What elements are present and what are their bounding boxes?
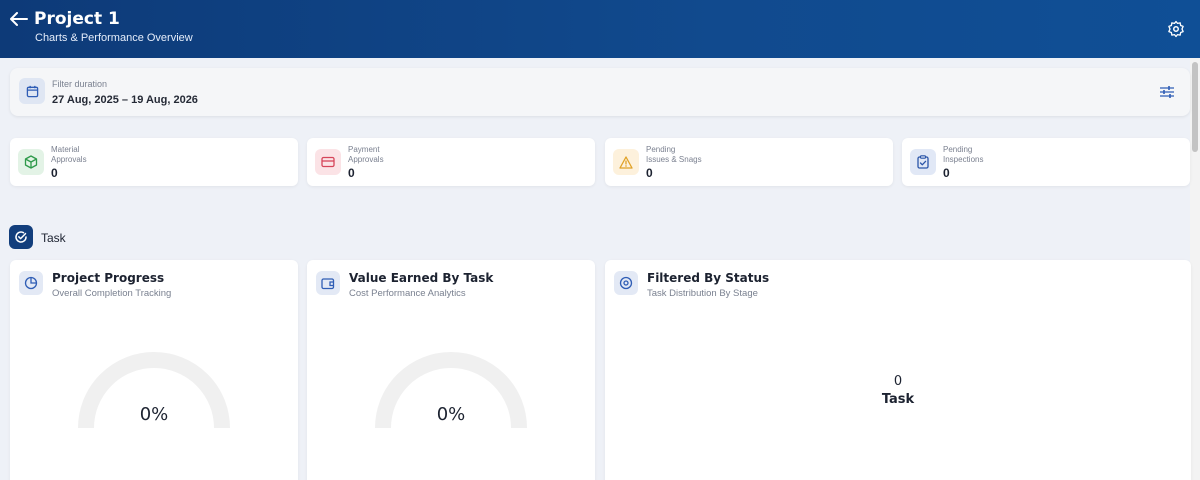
gear-icon bbox=[1168, 20, 1184, 38]
calendar-icon bbox=[26, 85, 38, 97]
panel-project-progress: Project Progress Overall Completion Trac… bbox=[10, 260, 298, 480]
stat-card-payment-approvals[interactable]: Payment Approvals 0 bbox=[307, 138, 595, 186]
stat-label: Pending Inspections bbox=[943, 145, 983, 164]
status-total-count: 0 bbox=[893, 374, 903, 389]
panel-subtitle: Overall Completion Tracking bbox=[52, 288, 172, 299]
stat-icon-box bbox=[613, 149, 639, 175]
gauge-value: 0% bbox=[139, 404, 169, 425]
filter-icon-box bbox=[19, 78, 45, 104]
app-header: Project 1 Charts & Performance Overview bbox=[0, 0, 1200, 58]
check-circle-icon bbox=[15, 231, 27, 243]
stat-label-line1: Pending bbox=[646, 145, 676, 154]
task-section-heading: Task bbox=[41, 231, 66, 245]
disc-icon bbox=[619, 276, 633, 290]
stat-icon-box bbox=[18, 149, 44, 175]
filter-label: Filter duration bbox=[52, 79, 108, 89]
gauge-value: 0% bbox=[436, 404, 466, 425]
panel-subtitle: Cost Performance Analytics bbox=[349, 288, 466, 299]
stat-value: 0 bbox=[646, 166, 653, 180]
panel-title: Project Progress bbox=[52, 271, 165, 285]
arrow-left-icon bbox=[10, 12, 28, 26]
panel-icon-box bbox=[316, 271, 340, 295]
stat-icon-box bbox=[315, 149, 341, 175]
sliders-icon bbox=[1160, 86, 1174, 98]
panel-icon-box bbox=[19, 271, 43, 295]
stat-card-pending-inspections[interactable]: Pending Inspections 0 bbox=[902, 138, 1190, 186]
stat-label-line1: Payment bbox=[348, 145, 380, 154]
filter-adjust-button[interactable] bbox=[1158, 83, 1176, 101]
stat-label: Pending Issues & Snags bbox=[646, 145, 702, 164]
stat-label-line1: Pending bbox=[943, 145, 973, 154]
pie-chart-icon bbox=[24, 276, 38, 290]
panel-icon-box bbox=[614, 271, 638, 295]
stat-card-material-approvals[interactable]: Material Approvals 0 bbox=[10, 138, 298, 186]
filter-duration-bar[interactable]: Filter duration 27 Aug, 2025 – 19 Aug, 2… bbox=[10, 68, 1190, 116]
panel-title: Filtered By Status bbox=[647, 271, 770, 285]
back-button[interactable] bbox=[8, 8, 30, 30]
stat-label-line2: Approvals bbox=[51, 154, 87, 164]
stat-label: Material Approvals bbox=[51, 145, 87, 164]
warning-icon bbox=[619, 155, 633, 169]
stat-value: 0 bbox=[943, 166, 950, 180]
box-icon bbox=[24, 155, 38, 169]
task-section-icon-box bbox=[9, 225, 33, 249]
stat-value: 0 bbox=[348, 166, 355, 180]
page-title: Project 1 bbox=[34, 9, 120, 29]
stat-label-line2: Approvals bbox=[348, 154, 384, 164]
settings-button[interactable] bbox=[1166, 19, 1186, 39]
filter-value: 27 Aug, 2025 – 19 Aug, 2026 bbox=[52, 94, 198, 106]
status-total-label: Task bbox=[881, 392, 915, 407]
stat-value: 0 bbox=[51, 166, 58, 180]
stat-card-pending-issues[interactable]: Pending Issues & Snags 0 bbox=[605, 138, 893, 186]
wallet-icon bbox=[321, 277, 335, 289]
stat-label-line2: Issues & Snags bbox=[646, 154, 702, 164]
stat-label: Payment Approvals bbox=[348, 145, 384, 164]
page-subtitle: Charts & Performance Overview bbox=[35, 32, 193, 44]
stat-label-line2: Inspections bbox=[943, 154, 984, 164]
scrollbar-thumb[interactable] bbox=[1192, 62, 1198, 152]
stat-label-line1: Material bbox=[51, 145, 80, 154]
clipboard-check-icon bbox=[917, 155, 929, 169]
panel-title: Value Earned By Task bbox=[349, 271, 494, 285]
panel-subtitle: Task Distribution By Stage bbox=[647, 288, 758, 299]
stat-icon-box bbox=[910, 149, 936, 175]
panel-value-earned: Value Earned By Task Cost Performance An… bbox=[307, 260, 595, 480]
card-icon bbox=[321, 156, 335, 168]
panel-filtered-by-status: Filtered By Status Task Distribution By … bbox=[605, 260, 1191, 480]
